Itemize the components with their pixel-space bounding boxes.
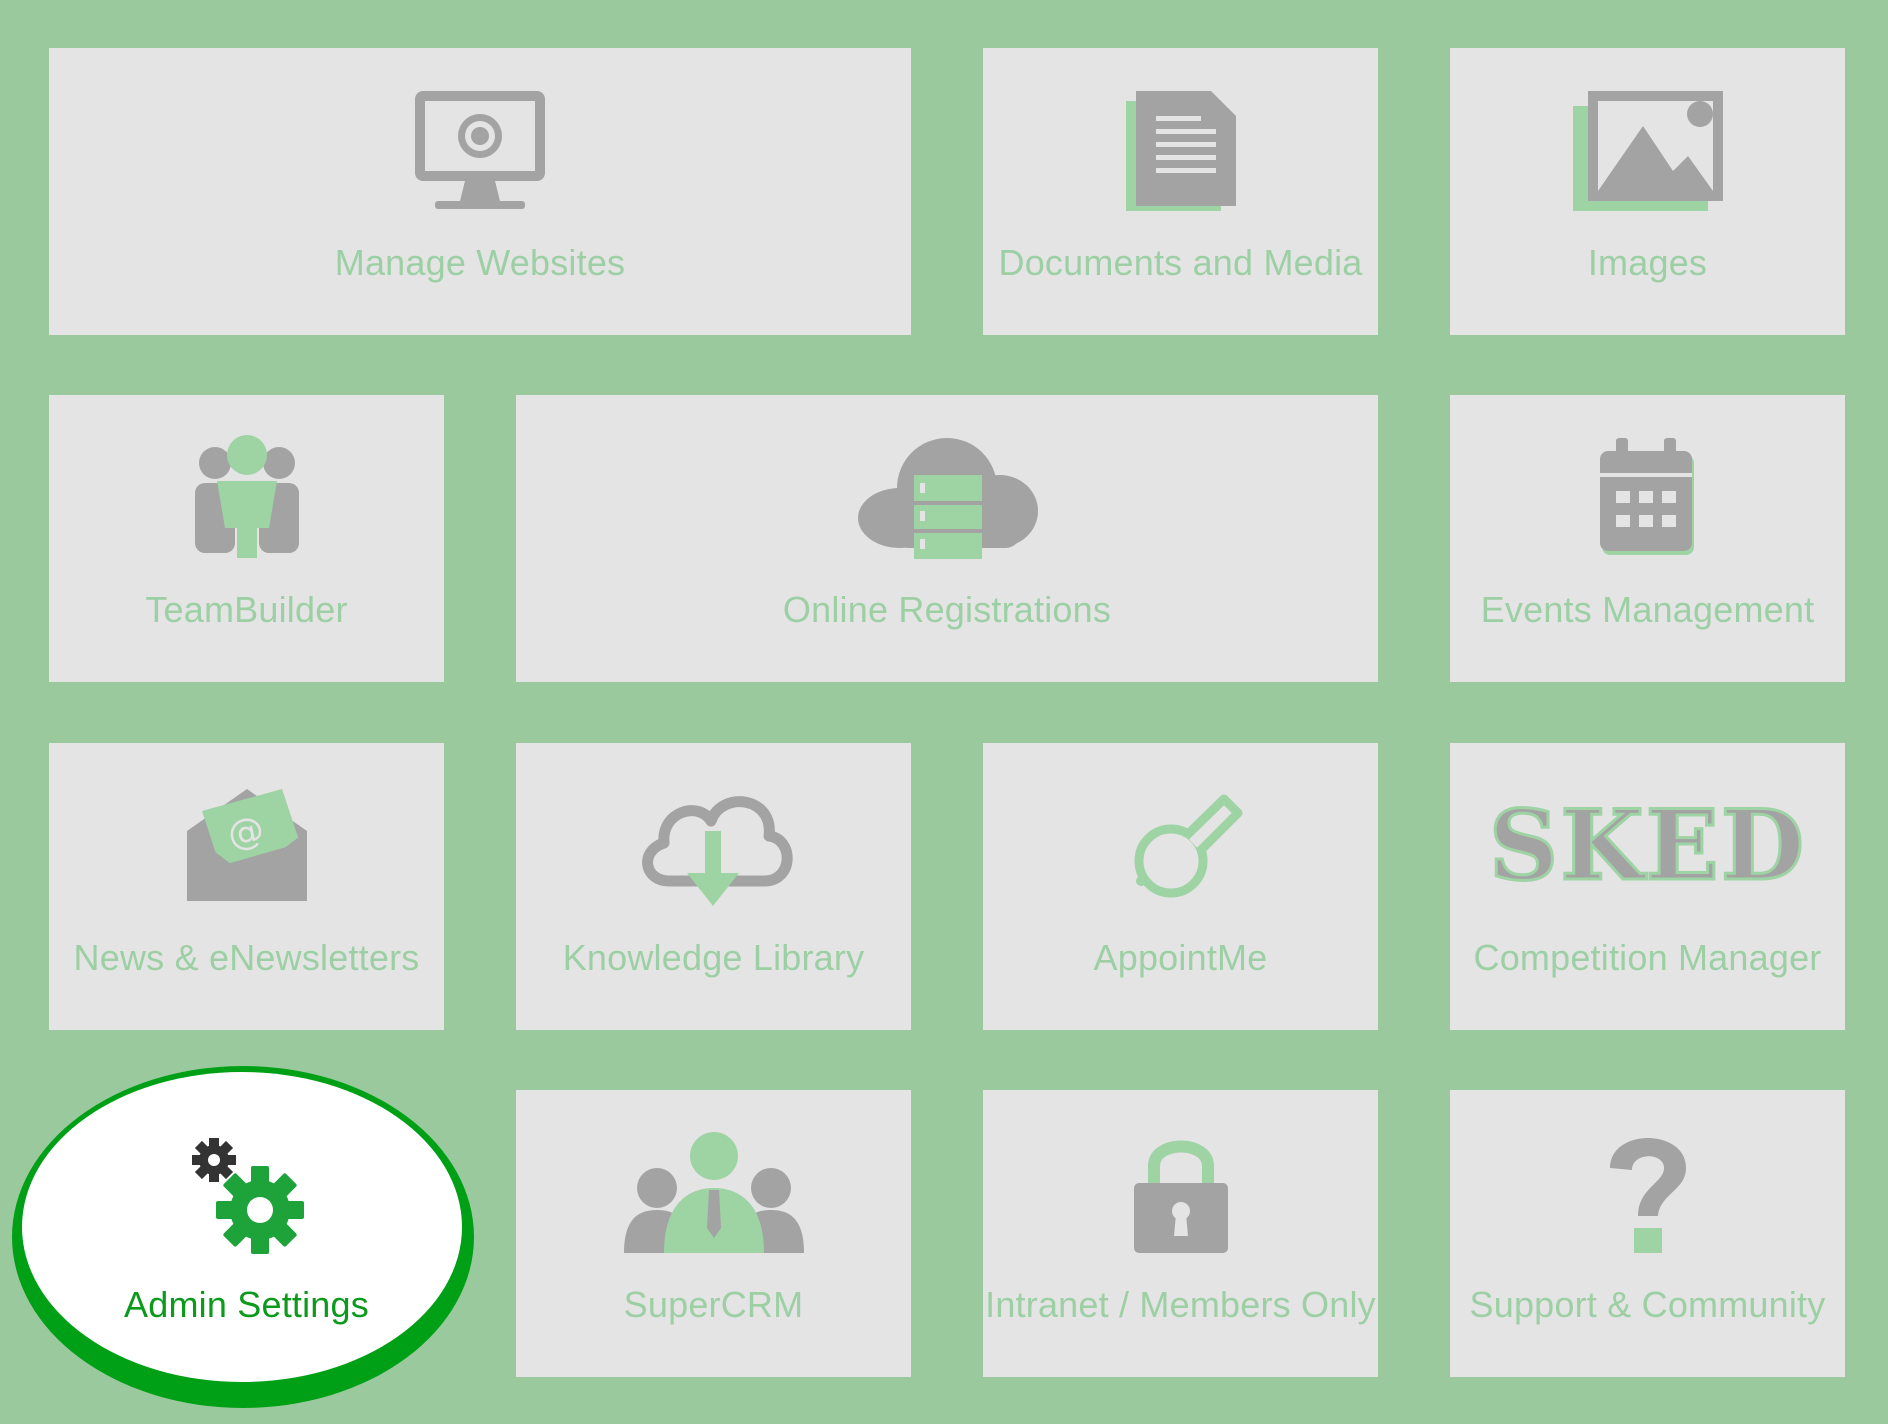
- question-icon: [1450, 1118, 1845, 1268]
- tile-label: Images: [1587, 242, 1708, 283]
- tile-label: Events Management: [1480, 589, 1815, 630]
- tile-documents-media[interactable]: Documents and Media: [983, 48, 1378, 335]
- calendar-icon: [1450, 423, 1845, 573]
- tile-intranet-members[interactable]: Intranet / Members Only: [983, 1090, 1378, 1377]
- tile-label: Intranet / Members Only: [985, 1284, 1376, 1325]
- tile-images[interactable]: Images: [1450, 48, 1845, 335]
- tile-manage-websites[interactable]: Manage Websites: [49, 48, 911, 335]
- team-icon: [49, 423, 444, 573]
- image-icon: [1450, 76, 1845, 226]
- tile-label: SuperCRM: [623, 1284, 804, 1325]
- tile-admin-settings[interactable]: Admin Settings: [49, 1090, 444, 1377]
- tile-events-management[interactable]: Events Management: [1450, 395, 1845, 682]
- whistle-icon: [983, 771, 1378, 921]
- tile-label: Support & Community: [1469, 1284, 1826, 1325]
- tile-competition-manager[interactable]: SKED Competition Manager: [1450, 743, 1845, 1030]
- envelope-icon: @: [49, 771, 444, 921]
- tile-label: Knowledge Library: [562, 937, 865, 978]
- lock-icon: [983, 1118, 1378, 1268]
- cloud-server-icon: [516, 423, 1378, 573]
- monitor-icon: [49, 76, 911, 226]
- tile-label: Manage Websites: [334, 242, 626, 283]
- tile-supercrm[interactable]: SuperCRM: [516, 1090, 911, 1377]
- tile-label: News & eNewsletters: [73, 937, 420, 978]
- tile-label: AppointMe: [1093, 937, 1268, 978]
- tile-appointme[interactable]: AppointMe: [983, 743, 1378, 1030]
- sked-logo: SKED: [1487, 789, 1807, 902]
- tile-online-registrations[interactable]: Online Registrations: [516, 395, 1378, 682]
- tile-support-community[interactable]: Support & Community: [1450, 1090, 1845, 1377]
- tile-label: Documents and Media: [998, 242, 1363, 283]
- tile-news-enewsletters[interactable]: @ News & eNewsletters: [49, 743, 444, 1030]
- tile-knowledge-library[interactable]: Knowledge Library: [516, 743, 911, 1030]
- gears-icon: [49, 1118, 444, 1268]
- tile-teambuilder[interactable]: TeamBuilder: [49, 395, 444, 682]
- crm-people-icon: [516, 1118, 911, 1268]
- dashboard-grid: Manage Websites Documents and Media Imag…: [0, 0, 1888, 1424]
- tile-label: Competition Manager: [1473, 937, 1822, 978]
- document-icon: [983, 76, 1378, 226]
- cloud-download-icon: [516, 771, 911, 921]
- tile-label: TeamBuilder: [145, 589, 348, 630]
- tile-label: Online Registrations: [782, 589, 1112, 630]
- tile-label: Admin Settings: [124, 1284, 369, 1325]
